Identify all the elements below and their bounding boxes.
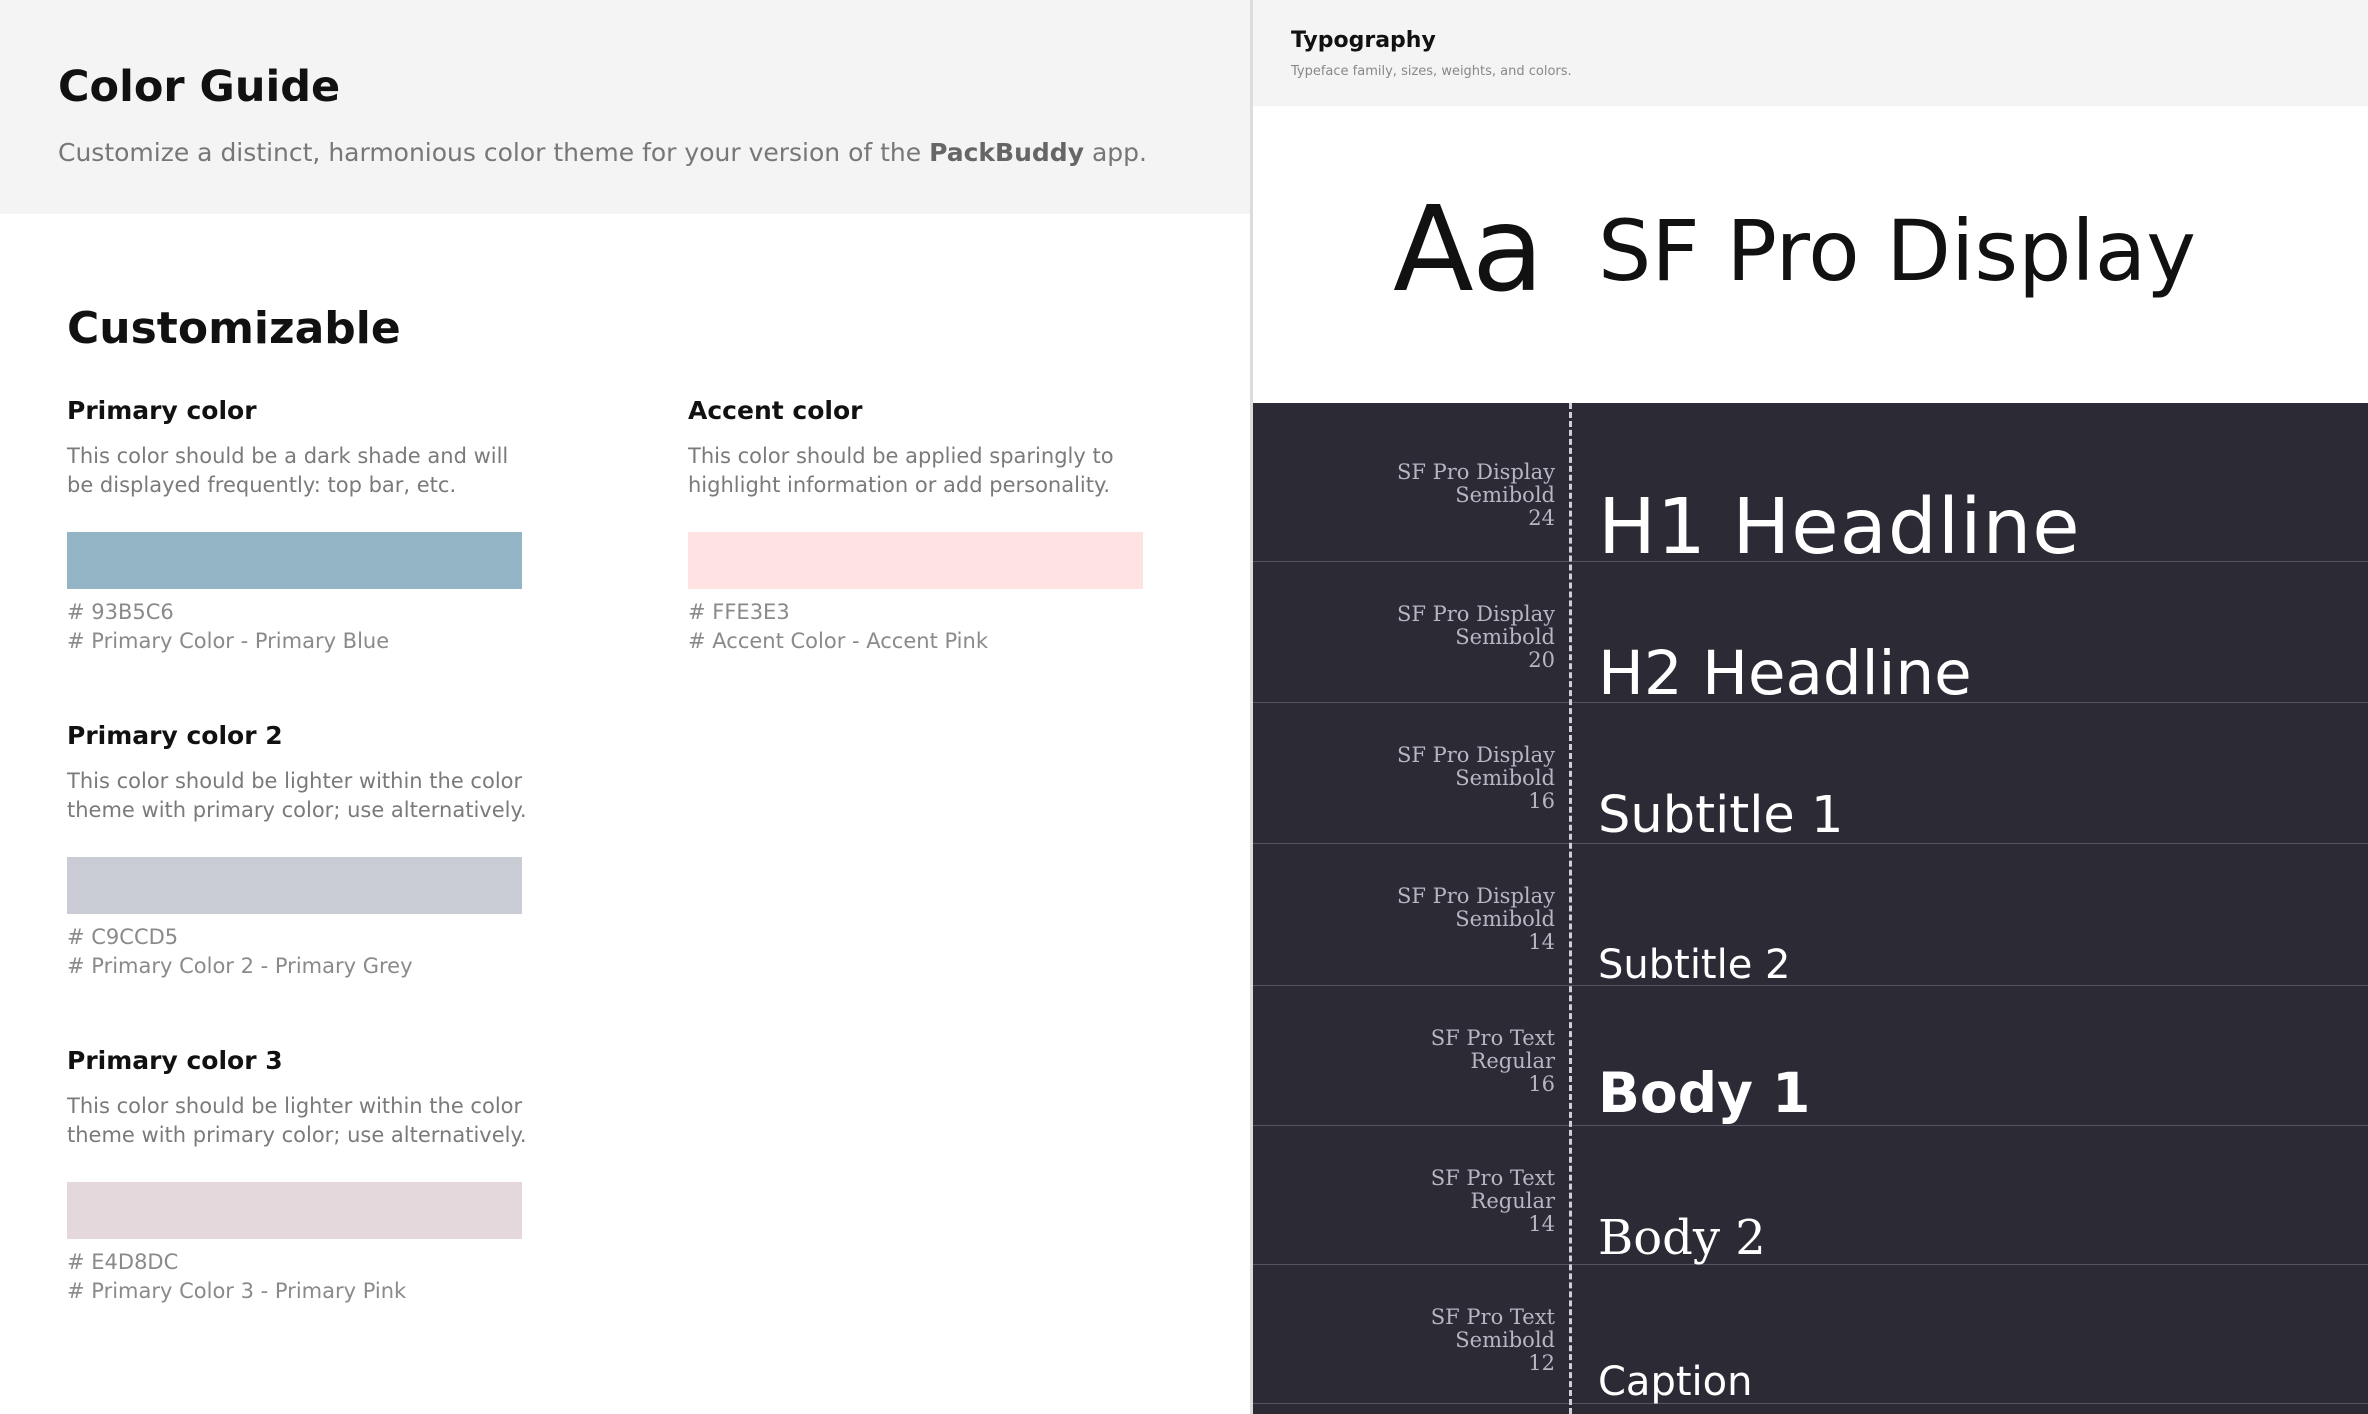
type-spec: SF Pro Text Regular 16 — [1295, 1027, 1555, 1096]
type-row-h2: SF Pro Display Semibold 20 H2 Headline — [1253, 561, 2368, 709]
type-spec-size: 20 — [1528, 648, 1555, 672]
type-spec-size: 24 — [1528, 506, 1555, 530]
type-sample-body-2: Body 2 — [1598, 1210, 1766, 1266]
section-title-customizable: Customizable — [67, 303, 401, 354]
type-spec-family: SF Pro Text — [1430, 1305, 1555, 1329]
type-spec-size: 12 — [1528, 1351, 1555, 1375]
color-description: This color should be applied sparingly t… — [688, 444, 1114, 497]
type-spec-weight: Semibold — [1455, 483, 1555, 507]
type-row-subtitle-2: SF Pro Display Semibold 14 Subtitle 2 — [1253, 843, 2368, 988]
type-spec: SF Pro Display Semibold 16 — [1295, 744, 1555, 813]
color-block-accent: Accent color This color should be applie… — [688, 396, 1158, 656]
color-block-primary-2: Primary color 2 This color should be lig… — [67, 721, 537, 981]
type-spec-size: 16 — [1528, 789, 1555, 813]
color-name: Primary color — [67, 396, 257, 425]
type-sample-caption: Caption — [1598, 1359, 1753, 1405]
typography-panel: Typography Typeface family, sizes, weigh… — [1253, 0, 2368, 1414]
typography-title: Typography — [1291, 28, 1436, 53]
type-sample-h1: H1 Headline — [1598, 483, 2081, 572]
color-swatch — [67, 857, 522, 914]
type-row-body-1: SF Pro Text Regular 16 Body 1 — [1253, 985, 2368, 1126]
color-swatch — [67, 1182, 522, 1239]
color-block-primary-3: Primary color 3 This color should be lig… — [67, 1046, 537, 1306]
subtitle-text-post: app. — [1084, 138, 1147, 167]
type-spec-weight: Semibold — [1455, 1328, 1555, 1352]
color-guide-panel: Color Guide Customize a distinct, harmon… — [0, 0, 1250, 1414]
typography-header: Typography Typeface family, sizes, weigh… — [1253, 0, 2368, 106]
color-guide-header: Color Guide Customize a distinct, harmon… — [0, 0, 1250, 214]
color-label: # Primary Color 2 - Primary Grey — [67, 954, 413, 978]
color-description: This color should be lighter within the … — [67, 769, 527, 822]
type-scale-dashed-guide — [1569, 403, 1572, 1414]
type-spec-family: SF Pro Text — [1430, 1166, 1555, 1190]
color-guide-title: Color Guide — [58, 62, 341, 112]
color-hex: # FFE3E3 — [688, 600, 790, 624]
type-spec: SF Pro Text Regular 14 — [1295, 1167, 1555, 1236]
type-sample-subtitle-2: Subtitle 2 — [1598, 942, 1791, 988]
typeface-sample-glyphs: Aa — [1393, 180, 1544, 318]
type-row-caption: SF Pro Text Semibold 12 Caption — [1253, 1264, 2368, 1405]
color-name: Accent color — [688, 396, 863, 425]
type-sample-subtitle-1: Subtitle 1 — [1598, 786, 1844, 845]
typography-subtitle: Typeface family, sizes, weights, and col… — [1291, 64, 1572, 79]
typeface-family-name: SF Pro Display — [1598, 202, 2196, 300]
type-spec-weight: Regular — [1470, 1189, 1555, 1213]
type-spec-family: SF Pro Text — [1430, 1026, 1555, 1050]
color-hex: # 93B5C6 — [67, 600, 174, 624]
type-row-body-2: SF Pro Text Regular 14 Body 2 — [1253, 1125, 2368, 1266]
type-spec: SF Pro Text Semibold 12 — [1295, 1306, 1555, 1375]
type-sample-body-1: Body 1 — [1598, 1061, 1811, 1125]
color-swatch — [688, 532, 1143, 589]
color-description: This color should be a dark shade and wi… — [67, 444, 509, 497]
color-hex: # C9CCD5 — [67, 925, 179, 949]
type-scale-panel: SF Pro Display Semibold 24 H1 Headline S… — [1253, 403, 2368, 1414]
color-description: This color should be lighter within the … — [67, 1094, 527, 1147]
type-spec-size: 16 — [1528, 1072, 1555, 1096]
type-spec-family: SF Pro Display — [1397, 743, 1555, 767]
color-label: # Accent Color - Accent Pink — [688, 629, 988, 653]
brand-name: PackBuddy — [929, 138, 1085, 167]
type-spec-weight: Semibold — [1455, 907, 1555, 931]
type-spec: SF Pro Display Semibold 20 — [1295, 603, 1555, 672]
type-spec: SF Pro Display Semibold 14 — [1295, 885, 1555, 954]
type-row-h1: SF Pro Display Semibold 24 H1 Headline — [1253, 403, 2368, 572]
type-spec-size: 14 — [1528, 930, 1555, 954]
type-spec-size: 14 — [1528, 1212, 1555, 1236]
color-label: # Primary Color - Primary Blue — [67, 629, 390, 653]
type-spec-family: SF Pro Display — [1397, 602, 1555, 626]
color-guide-subtitle: Customize a distinct, harmonious color t… — [58, 138, 1147, 167]
type-spec-weight: Regular — [1470, 1049, 1555, 1073]
type-spec-family: SF Pro Display — [1397, 460, 1555, 484]
color-block-primary: Primary color This color should be a dar… — [67, 396, 537, 656]
type-row-subtitle-1: SF Pro Display Semibold 16 Subtitle 1 — [1253, 702, 2368, 845]
color-name: Primary color 2 — [67, 721, 283, 750]
color-hex: # E4D8DC — [67, 1250, 179, 1274]
type-sample-h2: H2 Headline — [1598, 638, 1972, 709]
color-name: Primary color 3 — [67, 1046, 283, 1075]
type-spec: SF Pro Display Semibold 24 — [1295, 461, 1555, 530]
color-swatch — [67, 532, 522, 589]
type-spec-weight: Semibold — [1455, 766, 1555, 790]
type-spec-family: SF Pro Display — [1397, 884, 1555, 908]
type-spec-weight: Semibold — [1455, 625, 1555, 649]
subtitle-text-pre: Customize a distinct, harmonious color t… — [58, 138, 930, 167]
color-label: # Primary Color 3 - Primary Pink — [67, 1279, 407, 1303]
